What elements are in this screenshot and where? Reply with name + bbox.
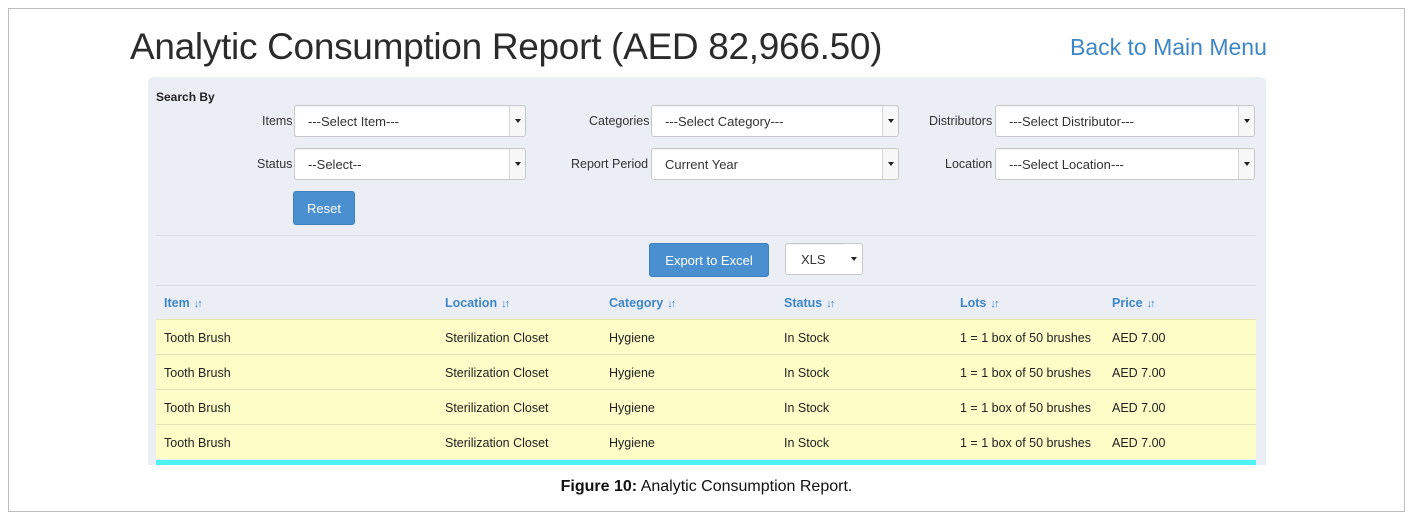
cell-category: Hygiene [609,401,655,415]
cell-lots: 1 = 1 box of 50 brushes [960,331,1091,345]
divider [156,235,1256,236]
column-header-item[interactable]: Item ↓↑ [164,296,203,310]
sort-icon: ↓↑ [501,298,510,310]
cell-item: Tooth Brush [164,436,231,450]
column-header-status[interactable]: Status ↓↑ [784,296,835,310]
cell-status: In Stock [784,436,830,450]
cell-lots: 1 = 1 box of 50 brushes [960,366,1091,380]
figure-caption-label: Figure 10: [560,478,638,495]
table-row[interactable]: Tooth Brush Sterilization Closet Hygiene… [156,389,1256,424]
reset-button[interactable]: Reset [293,191,355,225]
sort-icon: ↓↑ [193,298,203,310]
table-row[interactable]: Tooth Brush Sterilization Closet Hygiene… [156,354,1256,389]
cell-status: In Stock [784,401,830,415]
figure-caption: Figure 10: Analytic Consumption Report. [0,478,1413,496]
table-bottom-bar [156,460,1256,465]
cell-status: In Stock [784,331,830,345]
location-select[interactable]: ---Select Location--- [995,148,1255,180]
status-select-value: --Select-- [308,157,362,172]
sort-icon: ↓↑ [990,298,999,310]
sort-icon: ↓↑ [826,298,835,310]
sort-icon: ↓↑ [667,298,676,310]
chevron-down-icon [888,119,894,123]
chevron-down-icon [1244,162,1250,166]
categories-label: Categories [589,114,650,128]
status-label: Status [257,157,293,171]
column-header-category[interactable]: Category ↓↑ [609,296,676,310]
items-select[interactable]: ---Select Item--- [294,105,526,137]
report-period-label: Report Period [571,157,649,171]
chevron-down-icon [515,162,521,166]
cell-price: AED 7.00 [1112,366,1166,380]
cell-location: Sterilization Closet [445,366,549,380]
report-panel: Search By Items ---Select Item--- Catego… [148,77,1266,465]
chevron-down-icon [515,119,521,123]
search-by-heading: Search By [156,90,215,104]
report-period-select[interactable]: Current Year [651,148,899,180]
items-label: Items [262,114,293,128]
table-row[interactable]: Tooth Brush Sterilization Closet Hygiene… [156,424,1256,459]
column-header-price[interactable]: Price ↓↑ [1112,296,1156,310]
distributors-label: Distributors [929,114,993,128]
table-row[interactable]: Tooth Brush Sterilization Closet Hygiene… [156,319,1256,354]
cell-item: Tooth Brush [164,366,231,380]
location-label: Location [945,157,993,171]
cell-category: Hygiene [609,436,655,450]
cell-lots: 1 = 1 box of 50 brushes [960,401,1091,415]
cell-category: Hygiene [609,366,655,380]
location-select-value: ---Select Location--- [1009,157,1124,172]
categories-select-value: ---Select Category--- [665,114,784,129]
page-title: Analytic Consumption Report (AED 82,966.… [130,26,883,67]
export-format-value: XLS [801,252,826,267]
export-format-select[interactable]: XLS [785,243,863,275]
sort-icon: ↓↑ [1146,298,1156,310]
cell-item: Tooth Brush [164,331,231,345]
cell-item: Tooth Brush [164,401,231,415]
cell-location: Sterilization Closet [445,436,549,450]
status-select[interactable]: --Select-- [294,148,526,180]
cell-location: Sterilization Closet [445,331,549,345]
chevron-down-icon [888,162,894,166]
chevron-down-icon [851,257,857,261]
back-to-main-menu-link[interactable]: Back to Main Menu [1070,34,1267,61]
cell-status: In Stock [784,366,830,380]
column-header-location[interactable]: Location ↓↑ [445,296,510,310]
categories-select[interactable]: ---Select Category--- [651,105,899,137]
chevron-down-icon [1244,119,1250,123]
distributors-select[interactable]: ---Select Distributor--- [995,105,1255,137]
cell-price: AED 7.00 [1112,436,1166,450]
report-period-select-value: Current Year [665,157,738,172]
column-header-lots[interactable]: Lots ↓↑ [960,296,999,310]
cell-location: Sterilization Closet [445,401,549,415]
figure-caption-text: Analytic Consumption Report. [637,478,853,495]
cell-category: Hygiene [609,331,655,345]
table-header: Item ↓↑ Location ↓↑ Category ↓↑ Status ↓↑ Lo… [156,285,1256,319]
distributors-select-value: ---Select Distributor--- [1009,114,1134,129]
cell-price: AED 7.00 [1112,331,1166,345]
consumption-table: Item ↓↑ Location ↓↑ Category ↓↑ Status ↓↑ Lo… [156,285,1256,459]
items-select-value: ---Select Item--- [308,114,399,129]
cell-price: AED 7.00 [1112,401,1166,415]
cell-lots: 1 = 1 box of 50 brushes [960,436,1091,450]
export-to-excel-button[interactable]: Export to Excel [649,243,769,277]
